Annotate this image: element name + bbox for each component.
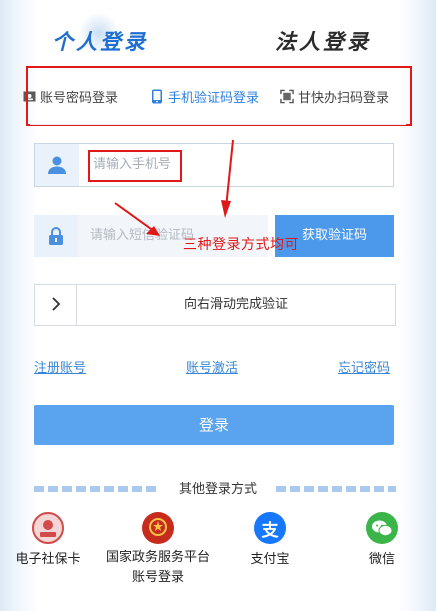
slider-handle[interactable] [35, 285, 77, 325]
activate-link[interactable]: 账号激活 [186, 357, 238, 376]
alt-login-alipay[interactable]: 支 支付宝 [238, 512, 302, 567]
wechat-icon [366, 512, 398, 544]
social-security-card-icon [32, 512, 64, 544]
chevron-right-icon [51, 295, 61, 316]
annotation-text: 三种登录方式均可 [183, 237, 299, 253]
register-link[interactable]: 注册账号 [34, 357, 86, 376]
alt-login-label: 电子社保卡 [15, 552, 81, 567]
alt-login-national-platform[interactable]: 国家政务服务平台账号登录 [104, 512, 212, 588]
alt-login-label: 支付宝 [250, 552, 290, 567]
divider-right [276, 486, 396, 492]
alipay-icon: 支 [254, 512, 286, 544]
slider-label: 向右滑动完成验证 [183, 297, 288, 312]
login-button[interactable]: 登录 [34, 405, 394, 445]
alipay-glyph: 支 [261, 520, 279, 541]
alt-login-label: 微信 [368, 552, 395, 567]
slide-verification[interactable]: 向右滑动完成验证 [34, 284, 396, 326]
alt-login-wechat[interactable]: 微信 [350, 512, 414, 567]
alt-login-social-security[interactable]: 电子社保卡 [8, 512, 88, 567]
national-emblem-icon [142, 512, 174, 544]
forgot-password-link[interactable]: 忘记密码 [338, 357, 390, 376]
alt-login-label: 国家政务服务平台账号登录 [105, 550, 210, 585]
